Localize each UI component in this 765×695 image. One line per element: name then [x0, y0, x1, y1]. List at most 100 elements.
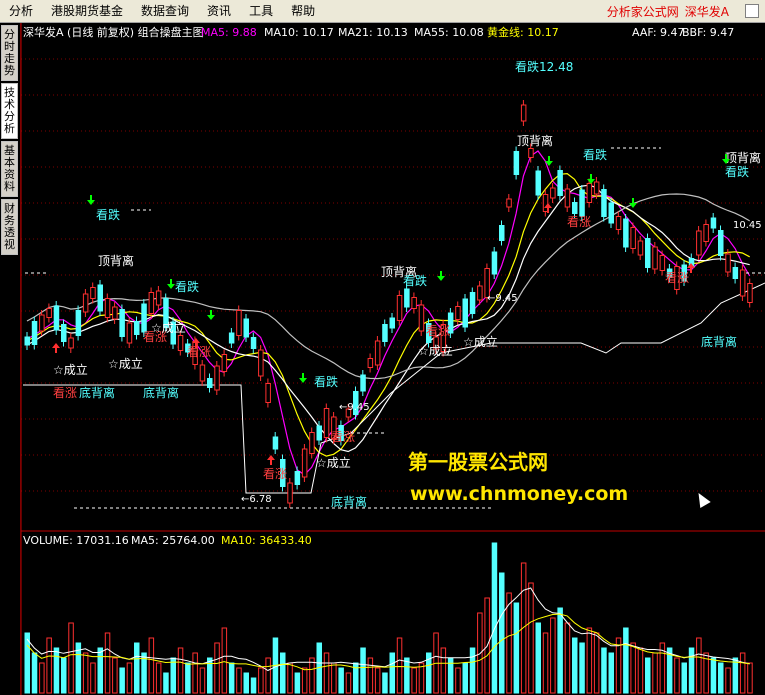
candle-body [82, 293, 89, 313]
confirmed-label: ☆成立 [151, 320, 186, 335]
volume-bar [572, 637, 578, 694]
candle-body [126, 322, 133, 344]
volume-bar [564, 622, 571, 694]
volume-bar [214, 642, 220, 694]
candle-body [535, 170, 541, 196]
menu-right-area: 分析家公式网 深华发A [607, 3, 765, 20]
tab-fundamentals[interactable]: 基本资料 [1, 141, 18, 197]
mid-price-label: ←9.45 [487, 293, 518, 304]
menu-help[interactable]: 帮助 [282, 0, 324, 22]
bullish-label: 看涨 [665, 270, 689, 285]
volume-bar [331, 662, 337, 694]
volume-bar [90, 662, 96, 694]
volume-bar [280, 652, 286, 694]
volume-bar [382, 672, 388, 694]
aaf-readout: AAF: 9.47 [632, 26, 685, 39]
chart-title: 深华发A (日线 前复权) 组合操盘主图 [23, 25, 204, 39]
candle-body [24, 336, 30, 346]
volume-bar [39, 662, 45, 694]
volume-bar [112, 657, 118, 694]
confirmed-label: ☆成立 [53, 362, 88, 377]
tab-financials[interactable]: 财务透视 [1, 199, 18, 255]
right-price-label: 10.45 [733, 220, 762, 231]
bullish-label: 看涨 [187, 344, 211, 359]
bearish-label: 看跌 [96, 207, 120, 222]
menu-tools[interactable]: 工具 [240, 0, 282, 22]
bullish-label: 看涨 [263, 466, 287, 481]
candle-body [61, 324, 67, 342]
candle-body [411, 297, 417, 309]
golden-line-readout: 黄金线: 10.17 [487, 25, 559, 39]
bullish-label: 看涨 [53, 385, 77, 400]
menu-hk-futures-funds[interactable]: 港股期货基金 [42, 0, 132, 22]
candle-body [294, 471, 301, 485]
menu-news[interactable]: 资讯 [198, 0, 240, 22]
candle-body [68, 337, 74, 349]
watermark-url: www.chnmoney.com [410, 483, 629, 505]
maximize-icon[interactable] [745, 4, 759, 18]
volume-bar [228, 662, 235, 694]
candle-body [75, 310, 82, 336]
candle-body [207, 378, 213, 388]
menu-data-query[interactable]: 数据查询 [132, 0, 198, 22]
candle-body [177, 335, 184, 351]
volume-bar [747, 662, 753, 694]
volume-bar [104, 632, 111, 694]
stock-name-label: 深华发A [684, 4, 729, 19]
volume-bar [499, 572, 505, 694]
candle-body [557, 170, 563, 196]
candle-body [374, 340, 381, 366]
volume-bar [513, 602, 520, 694]
candle-body [499, 225, 505, 241]
chart-area[interactable]: 深华发A (日线 前复权) 组合操盘主图 MA5: 9.88 MA10: 10.… [21, 23, 765, 695]
candle-body [272, 436, 279, 450]
confirmed-label: ☆成立 [418, 343, 453, 358]
volume-bar [367, 657, 374, 694]
tab-intraday[interactable]: 分时走势 [1, 25, 18, 81]
vol-ma10-readout: MA10: 36433.40 [221, 534, 312, 547]
tab-technical-analysis[interactable]: 技术分析 [1, 83, 18, 139]
volume-bar [718, 662, 724, 694]
candle-body [652, 246, 658, 270]
candle-body [725, 253, 731, 273]
candle-body [601, 189, 607, 217]
confirmed-label: ☆成立 [463, 334, 498, 349]
bullish-label: 看涨 [426, 323, 450, 338]
volume-bar [491, 542, 498, 694]
volume-bar [688, 647, 695, 694]
candle-body [367, 358, 374, 368]
volume-bar [323, 652, 330, 694]
candle-body [214, 365, 220, 391]
candle-body [710, 217, 717, 229]
volume-bar [601, 647, 607, 694]
ma5-readout: MA5: 9.88 [201, 26, 257, 39]
volume-bar [61, 657, 67, 694]
side-tab-strip: 分时走势 技术分析 基本资料 财务透视 [0, 23, 21, 695]
candle-body [396, 295, 403, 321]
volume-bar [418, 662, 425, 694]
candle-body [39, 314, 45, 332]
bullish-label: 看涨 [331, 429, 355, 444]
volume-bar [97, 647, 103, 694]
candle-body [739, 269, 746, 297]
volume-bar [586, 627, 593, 694]
candle-body [404, 288, 410, 308]
candle-body [608, 202, 614, 224]
volume-bar [732, 657, 739, 694]
menu-analysis[interactable]: 分析 [0, 0, 42, 22]
candle-body [389, 317, 395, 329]
volume-bar [294, 672, 301, 694]
mid-price-label: ←9.45 [339, 402, 370, 413]
volume-bar [550, 617, 556, 694]
volume-bar [623, 627, 629, 694]
volume-bar [535, 622, 541, 694]
candle-body [104, 298, 111, 318]
candle-body [382, 324, 388, 342]
vol-ma5-readout: MA5: 25764.00 [131, 534, 215, 547]
confirmed-label: ☆成立 [316, 455, 351, 470]
ma55-readout: MA55: 10.08 [414, 26, 484, 39]
volume-bar [608, 652, 614, 694]
volume-bar [396, 637, 403, 694]
candle-body [228, 332, 235, 344]
candle-body [31, 321, 38, 345]
